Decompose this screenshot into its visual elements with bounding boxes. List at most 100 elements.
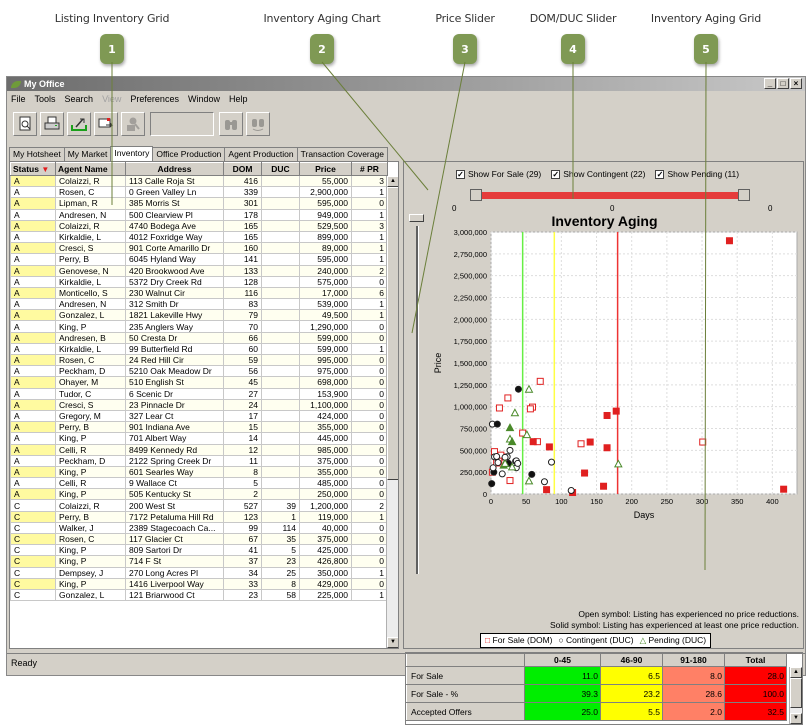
tab-transaction-coverage[interactable]: Transaction Coverage [296,147,388,161]
tab-inventory[interactable]: Inventory [110,146,154,161]
scroll-down-button[interactable]: ▼ [387,637,398,648]
column-header-status[interactable]: Status ▼ [10,162,56,176]
minimize-button[interactable]: _ [764,78,776,89]
column-header-dom[interactable]: DOM [223,162,262,176]
send-button[interactable] [94,112,118,136]
aging-cell: 100.0 [724,684,787,703]
menu-window[interactable]: Window [188,94,220,104]
print-preview-icon [19,116,31,131]
table-row[interactable]: A King, P 601 Searles Way 8 355,000 0 [10,465,388,479]
table-row[interactable]: A Perry, B 901 Indiana Ave 15 355,000 0 [10,421,388,434]
for-sale-point [699,438,707,446]
dom-duc-slider-track[interactable] [480,192,742,199]
dom-cell: 12 [223,443,262,456]
table-row[interactable]: C Rosen, C 117 Glacier Ct 67 35 375,000 0 [10,532,388,546]
table-row[interactable]: A Cresci, S 23 Pinnacle Dr 24 1,100,000 0 [10,398,388,411]
table-row[interactable]: C King, P 809 Sartori Dr 41 5 425,000 0 [10,544,388,557]
table-row[interactable]: A King, P 235 Anglers Way 70 1,290,000 0 [10,320,388,333]
table-row[interactable]: A Celli, R 8499 Kennedy Rd 12 985,000 0 [10,443,388,456]
table-row[interactable]: C Dempsey, J 270 Long Acres Pl 34 25 350,000 1 [10,566,388,579]
price-cell: 1,100,000 [299,398,352,411]
dom-slider-low-thumb[interactable] [470,189,482,201]
table-row[interactable]: A Colaizzi, R 113 Calle Roja St 416 55,000 3 [10,174,388,188]
table-row[interactable]: A Gonzalez, L 1821 Lakeville Hwy 79 49,500 1 [10,309,388,322]
price-cell: 445,000 [299,432,352,445]
table-row[interactable]: A Andresen, B 50 Cresta Dr 66 599,000 0 [10,331,388,344]
column-header-duc[interactable]: DUC [261,162,300,176]
y-tick-label: 2,750,000 [454,250,487,259]
table-row[interactable]: A King, P 701 Albert Way 14 445,000 0 [10,432,388,445]
column-header-pr[interactable]: # PR [351,162,388,176]
tab-office-production[interactable]: Office Production [152,147,226,161]
address-cell: 235 Anglers Way [125,320,224,333]
column-header-address[interactable]: Address [125,162,224,176]
checkbox-icon[interactable]: ✓ [551,169,561,179]
table-row[interactable]: A Andresen, N 312 Smith Dr 83 539,000 1 [10,298,388,311]
scroll-down-button[interactable]: ▼ [790,713,802,724]
table-row[interactable]: A Rosen, C0 Green Valley Ln 339 2,900,000 1 [10,186,388,199]
search-field[interactable] [150,112,214,136]
inventory-scrollbar[interactable]: ▲ ▼ [386,176,398,648]
table-row[interactable]: A Tudor, C6 Scenic Dr 27 153,900 0 [10,387,388,400]
table-row[interactable]: C Perry, B 7172 Petaluma Hill Rd 123 1 119,00… [10,510,388,523]
table-row[interactable]: A Kirkaldie, L 99 Butterfield Rd 60 599,000 1 [10,342,388,356]
table-row[interactable]: A Rosen, C 24 Red Hill Cir 59 995,000 0 [10,353,388,367]
menu-preferences[interactable]: Preferences [130,94,179,104]
table-row[interactable]: C King, P 714 F St 37 23 426,800 0 [10,555,388,568]
scroll-thumb[interactable] [387,187,398,480]
menu-search[interactable]: Search [65,94,94,104]
table-row[interactable]: A Perry, B 6045 Hyland Way 141 595,000 1 [10,253,388,266]
filter-checkbox-0[interactable]: ✓ Show For Sale (29) [456,169,541,179]
print-button[interactable] [40,112,64,136]
table-row[interactable]: A Lipman, R 385 Morris St 301 595,000 0 [10,197,388,210]
table-row[interactable]: A Celli, R9 Wallace Ct 5 485,000 0 [10,477,388,490]
menu-tools[interactable]: Tools [35,94,56,104]
table-row[interactable]: A Colaizzi, R 4740 Bodega Ave 165 529,500 3 [10,219,388,232]
checkbox-icon[interactable]: ✓ [456,169,465,179]
price-cell: 485,000 [299,477,352,490]
menu-help[interactable]: Help [229,94,248,104]
filter-checkbox-2[interactable]: ✓ Show Pending (11) [655,169,739,179]
table-row[interactable]: A Ohayer, M 510 English St 45 698,000 0 [10,376,388,389]
table-row[interactable]: C Walker, J 2389 Stagecoach Ca... 99 114 40,0… [10,521,388,535]
tab-my-market[interactable]: My Market [63,147,112,161]
table-row[interactable]: A Cresci, S 901 Corte Amarillo Dr 160 89,000… [10,242,388,255]
dom-slider-high-thumb[interactable] [738,189,750,201]
pr-cell: 0 [351,488,388,501]
table-row[interactable]: A Kirkaldie, L 5372 Dry Creek Rd 128 575,000… [10,275,388,288]
table-row[interactable]: A Kirkaldie, L 4012 Foxridge Way 165 899,000… [10,230,388,244]
table-row[interactable]: A Gregory, M 327 Lear Ct 17 424,000 0 [10,409,388,423]
export-button[interactable] [67,112,91,136]
table-row[interactable]: A Genovese, N 420 Brookwood Ave 133 240,000 2 [10,264,388,277]
table-row[interactable]: A King, P 505 Kentucky St 2 250,000 0 [10,488,388,501]
find-next-button[interactable] [246,112,270,136]
scroll-up-button[interactable]: ▲ [387,176,398,187]
table-row[interactable]: A Monticello, S 230 Walnut Cir 116 17,000 6 [10,286,388,300]
aging-grid-scrollbar[interactable]: ▲ ▼ [789,667,802,724]
menu-view[interactable]: View [102,94,121,104]
table-row[interactable]: C Colaizzi, R 200 West St 527 39 1,200,000 2 [10,499,388,512]
find-button[interactable] [219,112,243,136]
search-user-button[interactable] [121,112,145,136]
column-header-price[interactable]: Price [299,162,352,176]
scroll-thumb[interactable] [790,678,802,708]
menu-file[interactable]: File [11,94,26,104]
column-header-agent-name[interactable]: Agent Name [55,162,126,176]
maximize-button[interactable]: □ [777,78,789,89]
filter-checkbox-1[interactable]: ✓ Show Contingent (22) [551,169,645,179]
y-tick-label: 1,500,000 [454,359,487,368]
table-row[interactable]: C King, P 1416 Liverpool Way 33 8 429,000 0 [10,577,388,590]
contingent-point [498,470,506,478]
close-button[interactable]: × [790,78,802,89]
dom-cell: 79 [223,309,262,322]
tab-my-hotsheet[interactable]: My Hotsheet [9,147,65,161]
table-row[interactable]: A Peckham, D 2122 Spring Creek Dr 11 375,000… [10,454,388,467]
price-slider-thumb[interactable] [409,214,424,222]
agent-cell: Lipman, R [55,197,126,210]
print-preview-button[interactable] [13,112,37,136]
tab-agent-production[interactable]: Agent Production [224,147,298,161]
table-row[interactable]: C Gonzalez, L 121 Briarwood Ct 23 58 225,000 1 [10,588,388,602]
checkbox-icon[interactable]: ✓ [655,169,665,179]
table-row[interactable]: A Andresen, N 500 Clearview Pl 178 949,000 1 [10,208,388,221]
table-row[interactable]: A Peckham, D 5210 Oak Meadow Dr 56 975,000 0 [10,365,388,378]
